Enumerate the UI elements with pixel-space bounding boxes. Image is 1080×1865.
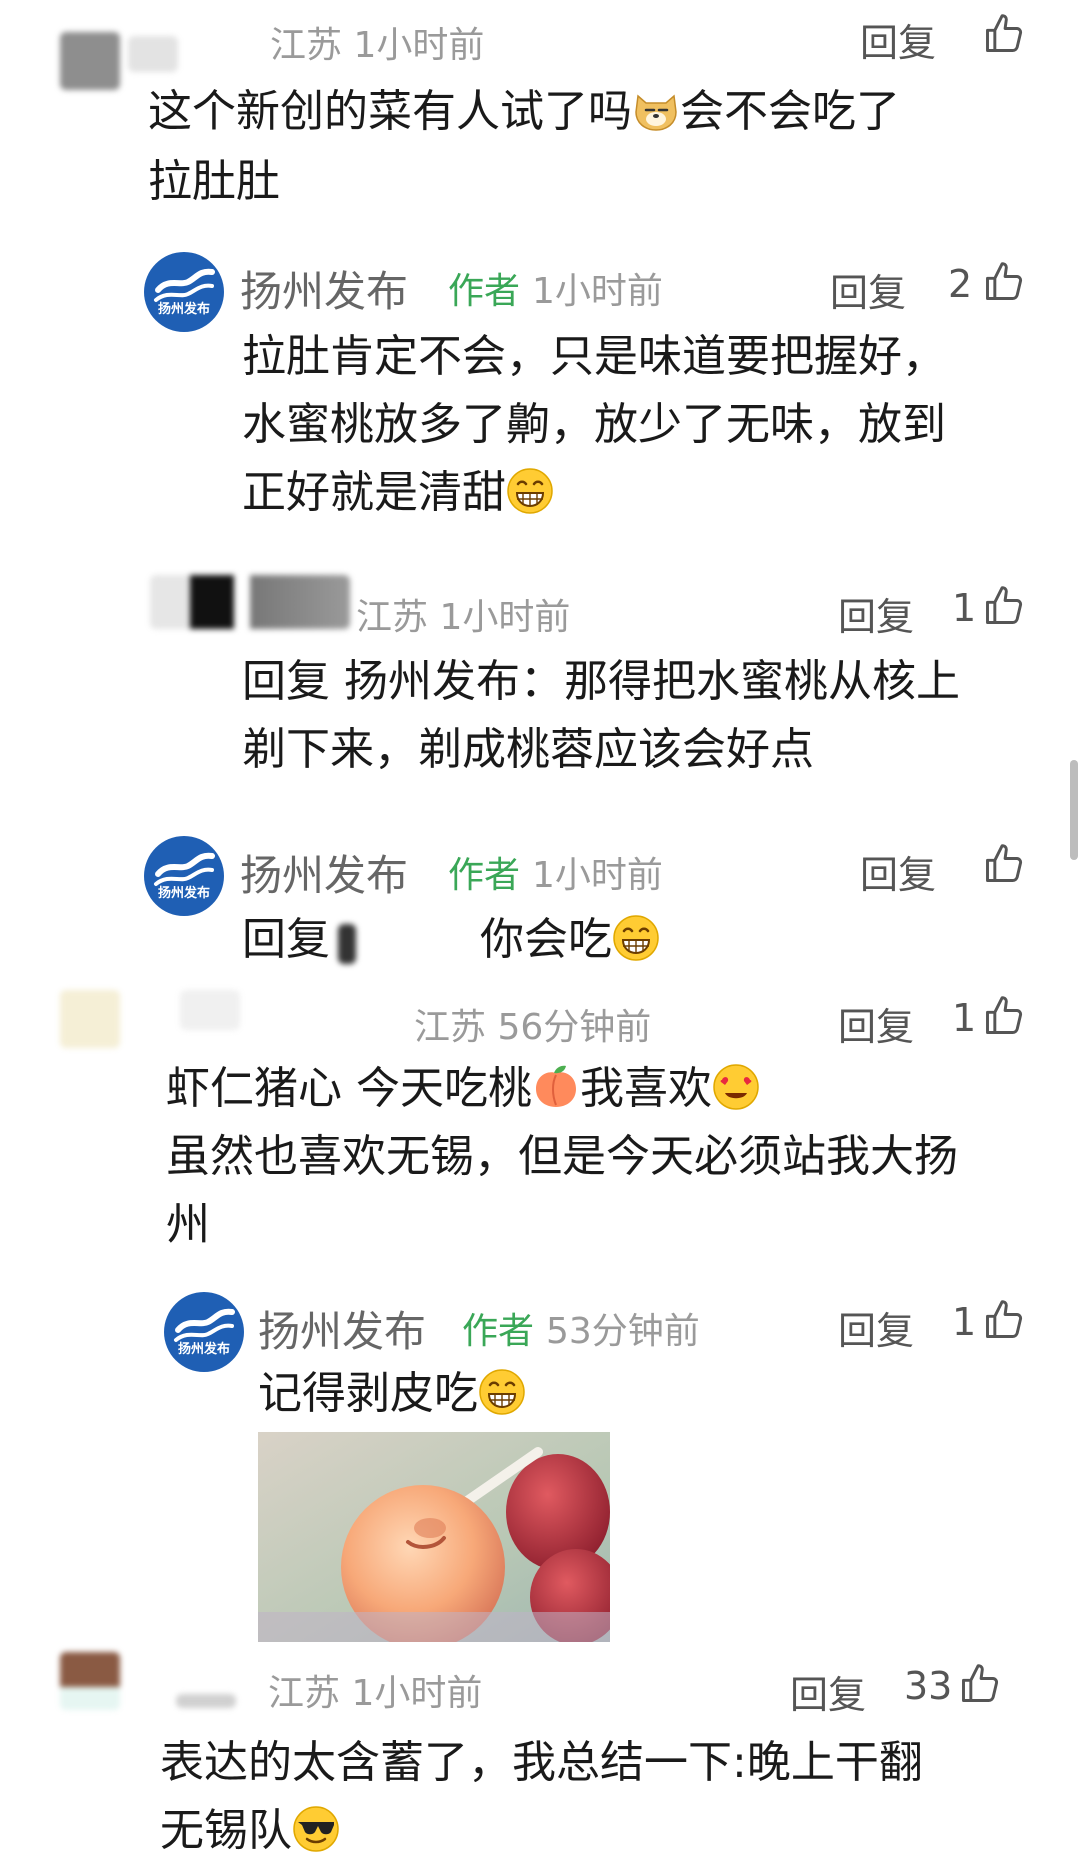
- peach-photo[interactable]: [258, 1432, 610, 1642]
- avatar[interactable]: [60, 1652, 120, 1710]
- comment-location-time: 江苏 1小时前: [270, 25, 485, 66]
- thumbs-up-icon[interactable]: [958, 1662, 1002, 1706]
- username-redacted[interactable]: [180, 990, 240, 1030]
- avatar[interactable]: 扬州发布: [144, 836, 224, 916]
- comment-text: 这个新创的菜有人试了吗 会不会吃了: [148, 86, 900, 137]
- reply-button[interactable]: 回复: [838, 1300, 914, 1355]
- avatar[interactable]: [150, 575, 350, 629]
- reply-button[interactable]: 回复: [860, 844, 936, 899]
- cool-emoji-icon: [292, 1805, 340, 1853]
- avatar[interactable]: 扬州发布: [144, 252, 224, 332]
- avatar[interactable]: [60, 32, 120, 90]
- comment-location-time: 江苏 1小时前: [268, 1673, 483, 1714]
- comment-text: 虾仁猪心 今天吃桃 我喜欢: [166, 1055, 760, 1123]
- comment-time: 1小时前: [532, 855, 663, 896]
- thumbs-up-icon[interactable]: [982, 584, 1026, 628]
- comment-time: 53分钟前: [546, 1311, 700, 1352]
- author-name[interactable]: 扬州发布: [240, 842, 408, 903]
- logo-wave-icon: [154, 852, 215, 886]
- reply-button[interactable]: 回复: [838, 996, 914, 1051]
- thumbs-up-icon[interactable]: [982, 842, 1026, 886]
- doge-emoji-icon: [632, 86, 680, 134]
- scrollbar[interactable]: [1070, 760, 1078, 860]
- username-redacted[interactable]: [128, 36, 178, 72]
- comment-text: 无锡队: [160, 1797, 340, 1865]
- thumbs-up-icon[interactable]: [982, 260, 1026, 304]
- like-count: 1: [952, 996, 977, 1040]
- author-name[interactable]: 扬州发布: [258, 1298, 426, 1359]
- grinning-emoji-icon: [478, 1368, 526, 1416]
- logo-label: 扬州发布: [157, 302, 210, 317]
- grinning-emoji-icon: [612, 914, 660, 962]
- comment-text-line: 拉肚肯定不会，只是味道要把握好，: [242, 331, 946, 382]
- comment-text: 记得剥皮吃: [258, 1360, 526, 1428]
- reply-button[interactable]: 回复: [790, 1664, 866, 1719]
- reply-button[interactable]: 回复: [830, 262, 906, 317]
- reply-button[interactable]: 回复: [838, 586, 914, 641]
- logo-label: 扬州发布: [157, 886, 210, 901]
- comment-text-line: 拉肚肚: [148, 156, 280, 207]
- thumbs-up-icon[interactable]: [982, 1298, 1026, 1342]
- comment-text-line: 水蜜桃放多了齁，放少了无味，放到: [242, 399, 946, 450]
- heart-eyes-emoji-icon: [712, 1063, 760, 1111]
- like-count: 1: [952, 586, 977, 630]
- avatar[interactable]: 扬州发布: [164, 1292, 244, 1372]
- comment-location-time: 江苏 56分钟前: [414, 1007, 652, 1048]
- logo-label: 扬州发布: [177, 1342, 230, 1357]
- comment-text-line: 剃下来，剃成桃蓉应该会好点: [242, 724, 814, 775]
- comment-text: 你会吃: [480, 906, 660, 974]
- comment-text-line: 回复 扬州发布：那得把水蜜桃从核上: [242, 656, 960, 707]
- author-badge: 作者: [448, 271, 521, 312]
- thumbs-up-icon[interactable]: [982, 994, 1026, 1038]
- author-badge: 作者: [462, 1311, 535, 1352]
- redacted-username: [338, 924, 356, 964]
- grinning-emoji-icon: [506, 467, 554, 515]
- comment-location-time: 江苏 1小时前: [356, 597, 571, 638]
- logo-wave-icon: [174, 1308, 235, 1342]
- comment-text-line: 表达的太含蓄了，我总结一下:晚上干翻: [160, 1737, 923, 1788]
- avatar[interactable]: [60, 990, 120, 1048]
- comment-text-line: 虽然也喜欢无锡，但是今天必须站我大扬: [166, 1131, 958, 1182]
- comment-time: 1小时前: [532, 271, 663, 312]
- author-badge: 作者: [448, 855, 521, 896]
- comment-text-prefix: 回复: [242, 914, 330, 965]
- reply-button[interactable]: 回复: [860, 12, 936, 67]
- comment-text-line: 州: [166, 1199, 210, 1250]
- username-redacted[interactable]: [176, 1694, 236, 1708]
- author-name[interactable]: 扬州发布: [240, 258, 408, 319]
- thumbs-up-icon[interactable]: [982, 12, 1026, 56]
- comment-text: 正好就是清甜: [242, 459, 554, 527]
- like-count: 1: [952, 1300, 977, 1344]
- logo-wave-icon: [154, 268, 215, 302]
- like-count: 2: [948, 262, 973, 306]
- peach-emoji-icon: [532, 1063, 580, 1111]
- like-count: 33: [904, 1664, 953, 1708]
